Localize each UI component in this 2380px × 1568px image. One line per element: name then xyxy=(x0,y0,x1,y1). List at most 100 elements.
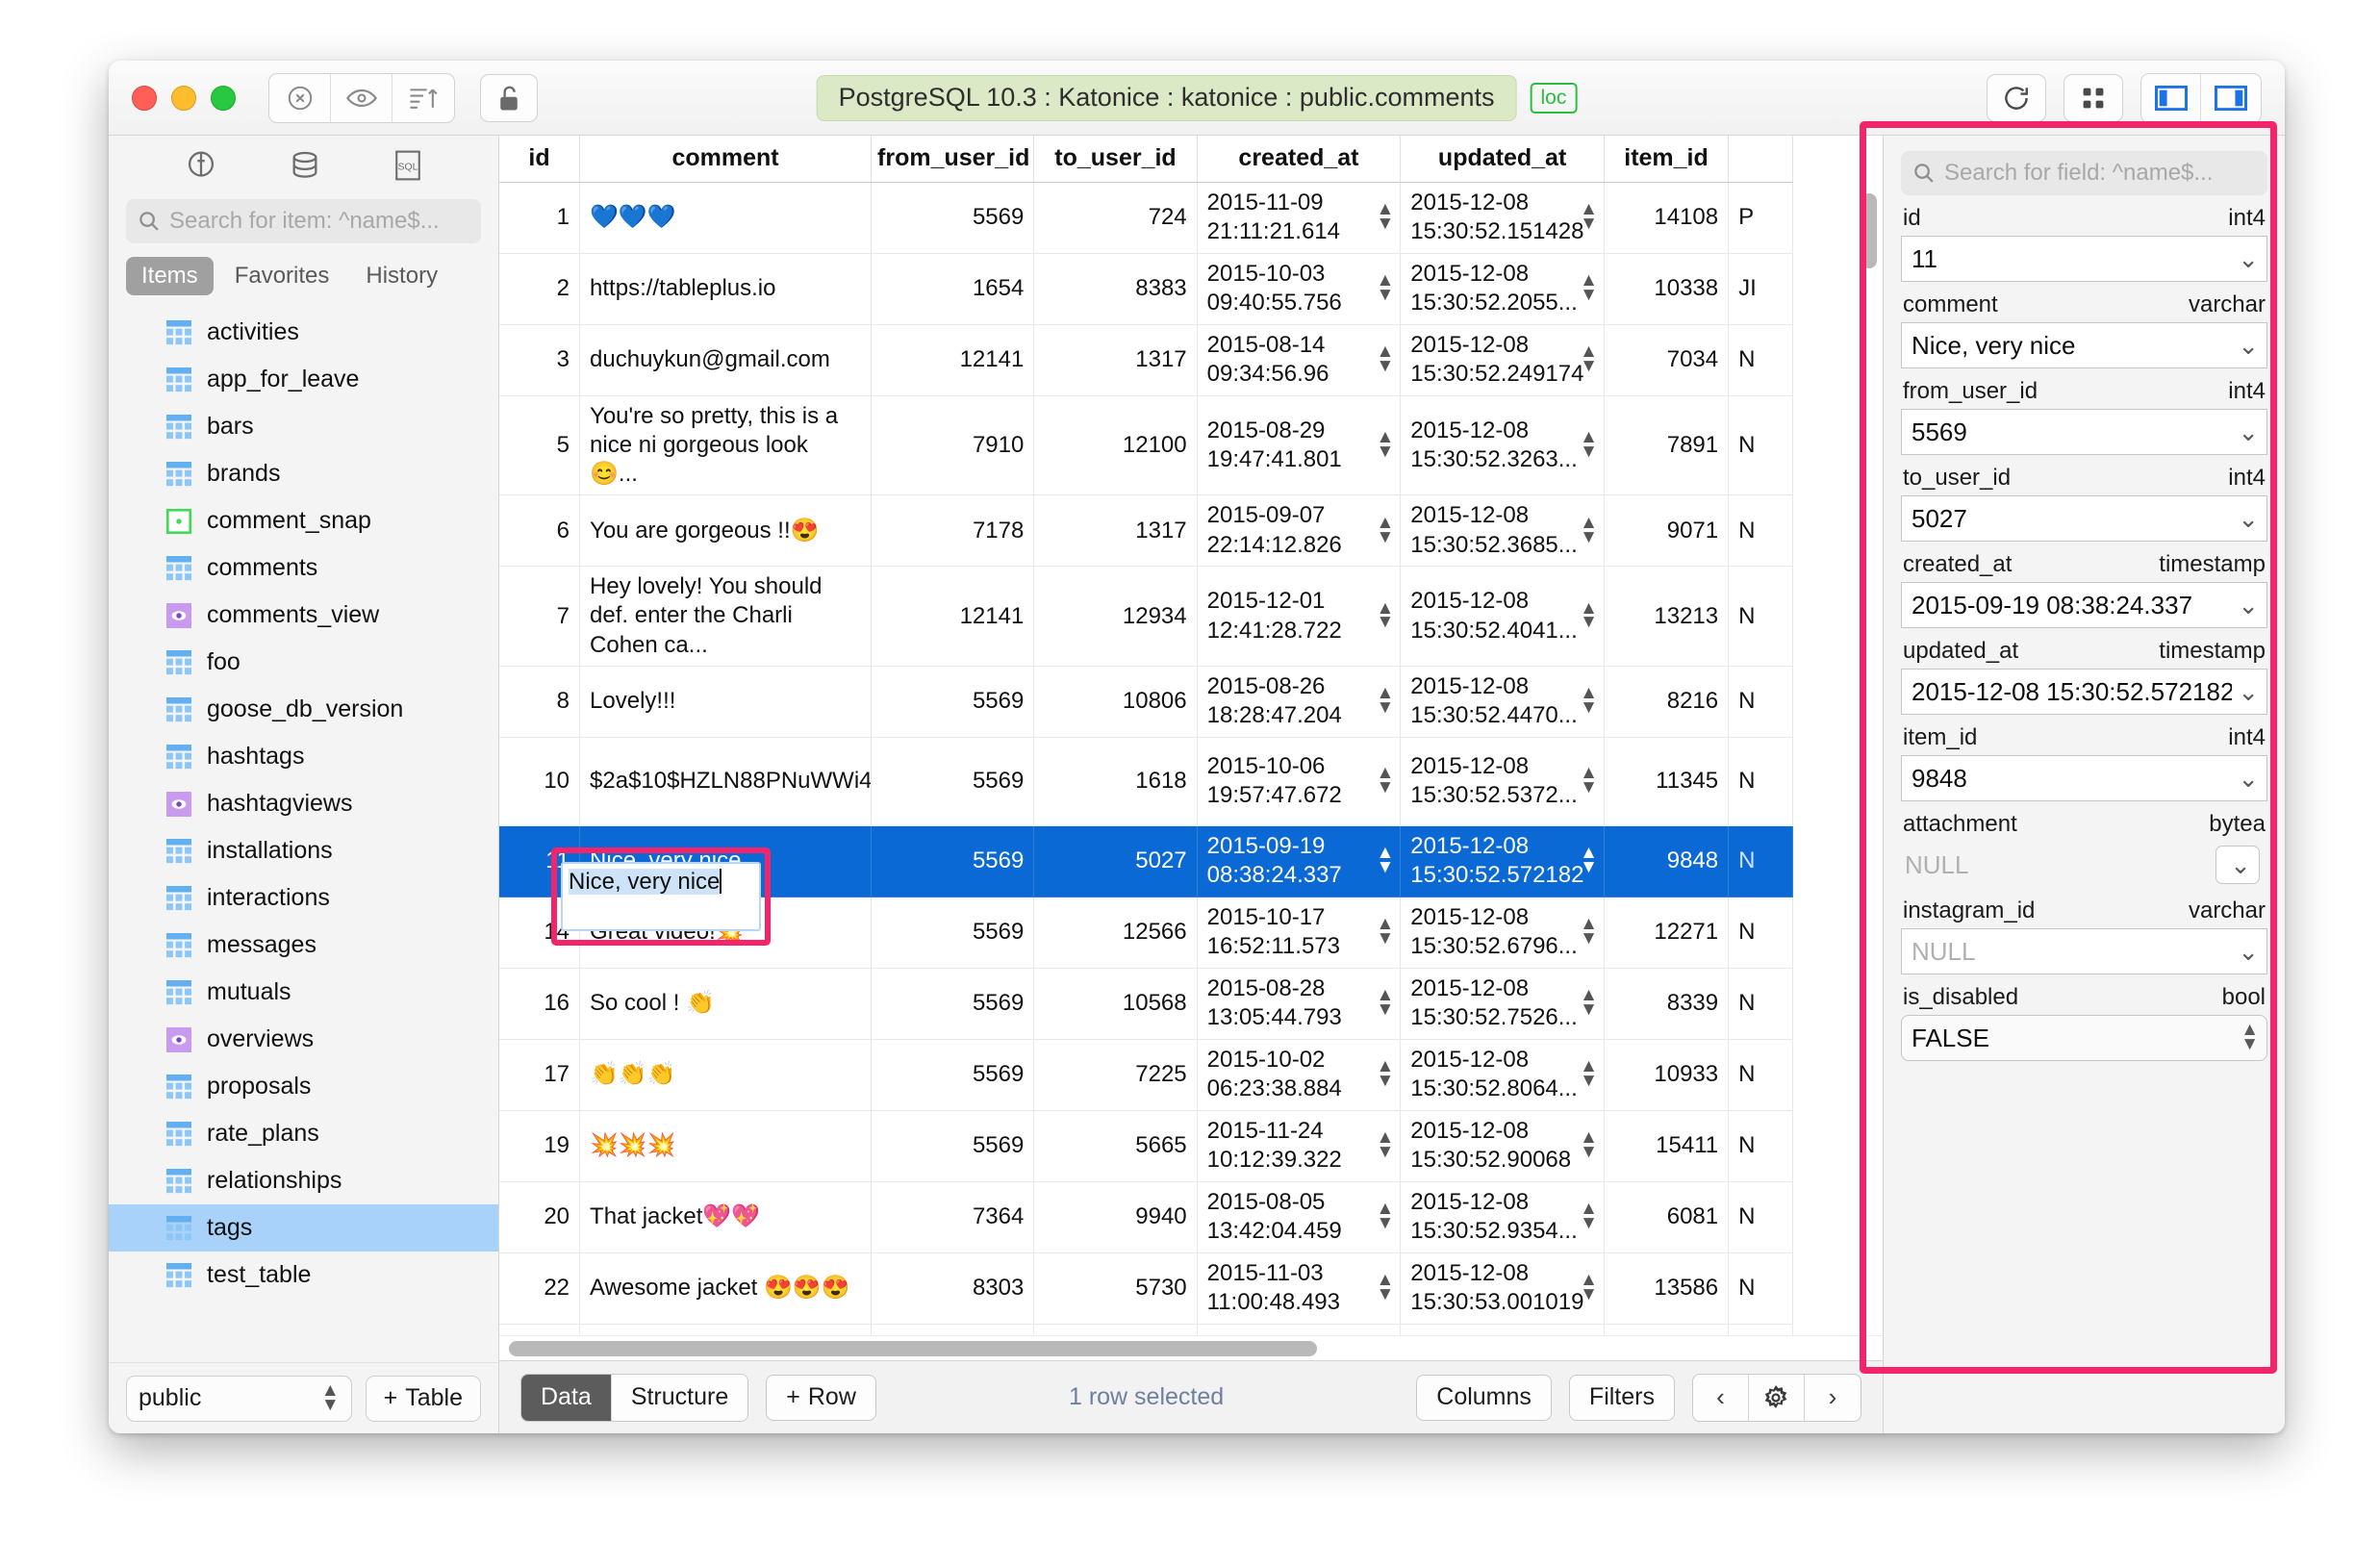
table-row[interactable]: 3 duchuykun@gmail.com 12141 1317 2015-08-14 0… xyxy=(499,324,1793,396)
stepper-icon[interactable]: ▲ ▼ xyxy=(1580,200,1598,233)
cell-item_id[interactable]: 8339 xyxy=(1604,968,1730,1040)
settings-button[interactable] xyxy=(1749,1374,1805,1421)
cell-comment[interactable]: duchuykun@gmail.com xyxy=(579,324,873,396)
cell-created_at[interactable]: 2015-09-1016:36:51.392▲▼ xyxy=(1197,1324,1402,1335)
chevron-down-icon[interactable]: ⌄ xyxy=(2232,244,2259,274)
table-row[interactable]: 16 So cool ! 👏 5569 10568 2015-08-28 13:05:44… xyxy=(499,968,1793,1040)
filters-button[interactable]: Filters xyxy=(1568,1374,1675,1421)
table-row[interactable]: 8 Lovely!!! 5569 10806 2015-08-26 18:28:47.20… xyxy=(499,666,1793,738)
sidebar-item-app-for-leave[interactable]: app_for_leave xyxy=(109,356,498,403)
cell-to_user_id[interactable]: 9940 xyxy=(1033,1181,1198,1253)
tab-structure[interactable]: Structure xyxy=(611,1374,748,1421)
column-header-id[interactable]: id xyxy=(499,136,581,183)
table-row[interactable]: 10 $2a$10$HZLN88PNuWWi4ZuS91lh8dR98Ijt0kh… xyxy=(499,737,1793,826)
cell-id[interactable]: 20 xyxy=(499,1181,581,1253)
stepper-icon[interactable]: ▲ ▼ xyxy=(1376,514,1394,546)
cell-created_at[interactable]: 2015-08-26 18:28:47.204 ▲ ▼ xyxy=(1197,666,1402,738)
inline-cell-editor[interactable]: Nice, very nice xyxy=(561,862,761,931)
cell-id[interactable]: 19 xyxy=(499,1110,581,1182)
cell-updated_at[interactable]: 2015-12-08 15:30:52.5372... ▲ ▼ xyxy=(1400,737,1605,826)
sidebar-item-brands[interactable]: brands xyxy=(109,450,498,497)
chevron-down-icon[interactable]: ⌄ xyxy=(2232,764,2259,794)
toggle-left-sidebar-button[interactable] xyxy=(2141,73,2201,122)
cell-item_id[interactable]: 8216 xyxy=(1604,666,1730,738)
cell-updated_at[interactable]: 2015-12-08 15:30:52.3263... ▲ ▼ xyxy=(1400,395,1605,496)
cell-attachment[interactable]: N xyxy=(1728,737,1793,826)
stepper-icon[interactable]: ▲ ▼ xyxy=(1376,765,1394,797)
stepper-icon[interactable]: ▲ ▼ xyxy=(1580,1272,1598,1304)
cell-item_id[interactable]: 6081 xyxy=(1604,1181,1730,1253)
cell-comment[interactable]: $2a$10$HZLN88PNuWWi4ZuS91lh8dR98Ijt0khlv… xyxy=(579,737,873,826)
table-row[interactable]: 1 💙💙💙 5569 724 2015-11-09 21:11:21.614 ▲ ▼ 2015-… xyxy=(499,182,1793,254)
cell-from_user_id[interactable]: 7364 xyxy=(871,1181,1035,1253)
column-header-from-user-id[interactable]: from_user_id xyxy=(871,136,1035,183)
field-input-created-at[interactable]: 2015-09-19 08:38:24.337 ⌄ xyxy=(1901,582,2267,628)
sidebar-item-comment-snap[interactable]: comment_snap xyxy=(109,497,498,544)
cell-id[interactable]: 2 xyxy=(499,253,581,325)
horizontal-scrollbar[interactable] xyxy=(499,1335,1883,1360)
cell-id[interactable]: 1 xyxy=(499,182,581,254)
toggle-right-sidebar-button[interactable] xyxy=(2201,73,2261,122)
stepper-icon[interactable]: ▲ ▼ xyxy=(1376,685,1394,718)
cell-updated_at[interactable]: 2015-12-08 15:30:52.6796... ▲ ▼ xyxy=(1400,897,1605,969)
cell-id[interactable]: 5 xyxy=(499,395,581,496)
field-input-is-disabled[interactable]: FALSE ▲ ▼ xyxy=(1901,1015,2267,1061)
database-icon[interactable] xyxy=(289,149,321,182)
field-input-id[interactable]: 11 ⌄ xyxy=(1901,236,2267,282)
stepper-icon[interactable]: ▲ ▼ xyxy=(1376,342,1394,375)
sidebar-item-proposals[interactable]: proposals xyxy=(109,1063,498,1110)
horizontal-scrollbar-thumb[interactable] xyxy=(509,1340,1317,1356)
chevron-down-icon[interactable]: ⌄ xyxy=(2232,504,2259,534)
cell-updated_at[interactable]: 2015-12-08 15:30:52.4041... ▲ ▼ xyxy=(1400,566,1605,667)
cell-to_user_id[interactable]: 7237 xyxy=(1033,1324,1198,1335)
item-search-input[interactable]: Search for item: ^name$... xyxy=(126,199,481,243)
cell-item_id[interactable]: 11345 xyxy=(1604,737,1730,826)
stepper-icon[interactable]: ▲ ▼ xyxy=(1376,1129,1394,1162)
cell-created_at[interactable]: 2015-08-14 09:34:56.96 ▲ ▼ xyxy=(1197,324,1402,396)
sidebar-item-foo[interactable]: foo xyxy=(109,639,498,686)
cell-attachment[interactable]: N xyxy=(1728,897,1793,969)
cell-id[interactable]: 8 xyxy=(499,666,581,738)
cell-item_id[interactable]: 15411 xyxy=(1604,1110,1730,1182)
minimize-window-button[interactable] xyxy=(171,85,196,111)
sidebar-item-list[interactable]: activities app_for_leave bars brands comment… xyxy=(109,305,498,1362)
cell-from_user_id[interactable]: 12141 xyxy=(871,566,1035,667)
cell-updated_at[interactable]: 2015-12-08 15:30:52.249174 ▲ ▼ xyxy=(1400,324,1605,396)
stepper-icon[interactable]: ▲ ▼ xyxy=(1376,1058,1394,1091)
sidebar-item-test-table[interactable]: test_table xyxy=(109,1252,498,1299)
table-row[interactable]: 23Me too Fernanda! It's cute isn't it 😊😘… xyxy=(499,1324,1793,1335)
stepper-icon[interactable]: ▲ ▼ xyxy=(1580,685,1598,718)
cell-from_user_id[interactable]: 5569 xyxy=(871,897,1035,969)
cell-to_user_id[interactable]: 10806 xyxy=(1033,666,1198,738)
stepper-icon[interactable]: ▲ ▼ xyxy=(1376,987,1394,1020)
field-input-item-id[interactable]: 9848 ⌄ xyxy=(1901,755,2267,801)
sidebar-item-goose-db-version[interactable]: goose_db_version xyxy=(109,686,498,733)
cell-attachment[interactable]: JI xyxy=(1728,253,1793,325)
cell-id[interactable]: 17 xyxy=(499,1039,581,1111)
cell-id[interactable]: 7 xyxy=(499,566,581,667)
sidebar-item-messages[interactable]: messages xyxy=(109,922,498,969)
cell-updated_at[interactable]: 2015-12-08 15:30:52.2055... ▲ ▼ xyxy=(1400,253,1605,325)
cell-comment[interactable]: You are gorgeous !!😍 xyxy=(579,494,873,568)
field-search-input[interactable]: Search for field: ^name$... xyxy=(1901,151,2267,195)
cell-comment[interactable]: 💥💥💥 xyxy=(579,1110,873,1182)
columns-button[interactable]: Columns xyxy=(1416,1374,1552,1421)
cell-to_user_id[interactable]: 5665 xyxy=(1033,1110,1198,1182)
stepper-icon[interactable]: ▲ ▼ xyxy=(1580,1129,1598,1162)
sidebar-item-bars[interactable]: bars xyxy=(109,403,498,450)
refresh-button[interactable] xyxy=(1987,73,2046,122)
cell-id[interactable]: 22 xyxy=(499,1252,581,1325)
cell-updated_at[interactable]: 2015-12-0815:30:53.0340...▲▼ xyxy=(1400,1324,1605,1335)
tab-items[interactable]: Items xyxy=(126,257,214,295)
stepper-icon[interactable]: ▲ ▼ xyxy=(1580,845,1598,877)
cell-comment[interactable]: That jacket💖💖 xyxy=(579,1181,873,1253)
cell-from_user_id[interactable]: 7910 xyxy=(871,395,1035,496)
sidebar-item-interactions[interactable]: interactions xyxy=(109,874,498,922)
cell-to_user_id[interactable]: 1317 xyxy=(1033,324,1198,396)
grid-scroll-region[interactable]: id comment from_user_id to_user_id creat… xyxy=(499,136,1883,1335)
cell-updated_at[interactable]: 2015-12-08 15:30:52.9354... ▲ ▼ xyxy=(1400,1181,1605,1253)
sql-query-icon[interactable]: SQL xyxy=(393,149,422,182)
cell-attachment[interactable]: N xyxy=(1728,1181,1793,1253)
cell-to_user_id[interactable]: 5730 xyxy=(1033,1252,1198,1325)
cell-attachment[interactable]: N xyxy=(1728,566,1793,667)
